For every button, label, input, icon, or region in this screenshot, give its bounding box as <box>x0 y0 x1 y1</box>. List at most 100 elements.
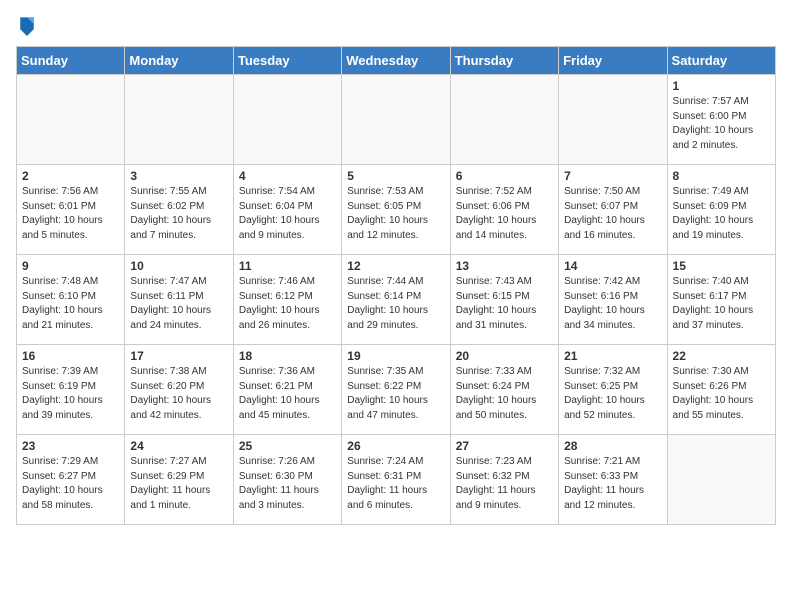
col-header-sunday: Sunday <box>17 47 125 75</box>
calendar-day-cell: 8 Sunrise: 7:49 AM Sunset: 6:09 PM Daylig… <box>667 165 775 255</box>
calendar-day-cell: 21Sunrise: 7:32 AM Sunset: 6:25 PM Dayli… <box>559 345 667 435</box>
calendar-day-cell <box>667 435 775 525</box>
calendar-day-cell: 1 Sunrise: 7:57 AM Sunset: 6:00 PM Daylig… <box>667 75 775 165</box>
day-info: Sunrise: 7:55 AM Sunset: 6:02 PM Dayligh… <box>130 185 227 243</box>
day-number: 10 <box>130 259 227 273</box>
calendar-day-cell: 20 Sunrise: 7:33 AM Sunset: 6:24 PM Dayli… <box>450 345 558 435</box>
calendar-day-cell <box>342 75 450 165</box>
day-info: Sunrise: 7:53 AM Sunset: 6:05 PM Dayligh… <box>347 185 444 243</box>
calendar-day-cell: 15 Sunrise: 7:40 AM Sunset: 6:17 PM Dayli… <box>667 255 775 345</box>
day-info: Sunrise: 7:27 AM Sunset: 6:29 PM Dayligh… <box>130 455 227 513</box>
col-header-monday: Monday <box>125 47 233 75</box>
col-header-wednesday: Wednesday <box>342 47 450 75</box>
calendar-day-cell: 9 Sunrise: 7:48 AM Sunset: 6:10 PM Daylig… <box>17 255 125 345</box>
calendar-day-cell: 5Sunrise: 7:53 AM Sunset: 6:05 PM Daylig… <box>342 165 450 255</box>
calendar-table: SundayMondayTuesdayWednesdayThursdayFrid… <box>16 46 776 525</box>
day-info: Sunrise: 7:26 AM Sunset: 6:30 PM Dayligh… <box>239 455 336 513</box>
day-info: Sunrise: 7:57 AM Sunset: 6:00 PM Dayligh… <box>673 95 770 153</box>
logo-icon <box>18 14 36 36</box>
day-info: Sunrise: 7:50 AM Sunset: 6:07 PM Dayligh… <box>564 185 661 243</box>
day-number: 7 <box>564 169 661 183</box>
day-info: Sunrise: 7:46 AM Sunset: 6:12 PM Dayligh… <box>239 275 336 333</box>
day-info: Sunrise: 7:54 AM Sunset: 6:04 PM Dayligh… <box>239 185 336 243</box>
day-number: 25 <box>239 439 336 453</box>
day-info: Sunrise: 7:35 AM Sunset: 6:22 PM Dayligh… <box>347 365 444 423</box>
calendar-header-row: SundayMondayTuesdayWednesdayThursdayFrid… <box>17 47 776 75</box>
calendar-day-cell <box>559 75 667 165</box>
day-info: Sunrise: 7:43 AM Sunset: 6:15 PM Dayligh… <box>456 275 553 333</box>
day-info: Sunrise: 7:32 AM Sunset: 6:25 PM Dayligh… <box>564 365 661 423</box>
day-number: 9 <box>22 259 119 273</box>
day-number: 3 <box>130 169 227 183</box>
day-number: 27 <box>456 439 553 453</box>
calendar-week-2: 2 Sunrise: 7:56 AM Sunset: 6:01 PM Daylig… <box>17 165 776 255</box>
logo <box>16 16 36 36</box>
col-header-friday: Friday <box>559 47 667 75</box>
day-info: Sunrise: 7:23 AM Sunset: 6:32 PM Dayligh… <box>456 455 553 513</box>
col-header-tuesday: Tuesday <box>233 47 341 75</box>
day-number: 6 <box>456 169 553 183</box>
calendar-day-cell: 12 Sunrise: 7:44 AM Sunset: 6:14 PM Dayli… <box>342 255 450 345</box>
calendar-week-4: 16 Sunrise: 7:39 AM Sunset: 6:19 PM Dayli… <box>17 345 776 435</box>
day-number: 11 <box>239 259 336 273</box>
day-info: Sunrise: 7:24 AM Sunset: 6:31 PM Dayligh… <box>347 455 444 513</box>
calendar-day-cell <box>450 75 558 165</box>
day-number: 17 <box>130 349 227 363</box>
day-number: 2 <box>22 169 119 183</box>
calendar-day-cell: 19 Sunrise: 7:35 AM Sunset: 6:22 PM Dayli… <box>342 345 450 435</box>
day-number: 1 <box>673 79 770 93</box>
day-number: 24 <box>130 439 227 453</box>
calendar-week-5: 23 Sunrise: 7:29 AM Sunset: 6:27 PM Dayli… <box>17 435 776 525</box>
day-info: Sunrise: 7:47 AM Sunset: 6:11 PM Dayligh… <box>130 275 227 333</box>
calendar-day-cell: 4 Sunrise: 7:54 AM Sunset: 6:04 PM Daylig… <box>233 165 341 255</box>
calendar-day-cell: 14Sunrise: 7:42 AM Sunset: 6:16 PM Dayli… <box>559 255 667 345</box>
day-number: 28 <box>564 439 661 453</box>
calendar-day-cell <box>17 75 125 165</box>
day-info: Sunrise: 7:56 AM Sunset: 6:01 PM Dayligh… <box>22 185 119 243</box>
calendar-day-cell: 18 Sunrise: 7:36 AM Sunset: 6:21 PM Dayli… <box>233 345 341 435</box>
calendar-day-cell: 24 Sunrise: 7:27 AM Sunset: 6:29 PM Dayli… <box>125 435 233 525</box>
calendar-day-cell: 23 Sunrise: 7:29 AM Sunset: 6:27 PM Dayli… <box>17 435 125 525</box>
day-info: Sunrise: 7:38 AM Sunset: 6:20 PM Dayligh… <box>130 365 227 423</box>
day-info: Sunrise: 7:30 AM Sunset: 6:26 PM Dayligh… <box>673 365 770 423</box>
day-number: 19 <box>347 349 444 363</box>
day-info: Sunrise: 7:21 AM Sunset: 6:33 PM Dayligh… <box>564 455 661 513</box>
day-number: 23 <box>22 439 119 453</box>
day-info: Sunrise: 7:49 AM Sunset: 6:09 PM Dayligh… <box>673 185 770 243</box>
day-number: 16 <box>22 349 119 363</box>
day-info: Sunrise: 7:36 AM Sunset: 6:21 PM Dayligh… <box>239 365 336 423</box>
day-number: 8 <box>673 169 770 183</box>
day-info: Sunrise: 7:33 AM Sunset: 6:24 PM Dayligh… <box>456 365 553 423</box>
day-number: 20 <box>456 349 553 363</box>
calendar-day-cell: 6Sunrise: 7:52 AM Sunset: 6:06 PM Daylig… <box>450 165 558 255</box>
calendar-day-cell: 25 Sunrise: 7:26 AM Sunset: 6:30 PM Dayli… <box>233 435 341 525</box>
day-info: Sunrise: 7:40 AM Sunset: 6:17 PM Dayligh… <box>673 275 770 333</box>
day-info: Sunrise: 7:44 AM Sunset: 6:14 PM Dayligh… <box>347 275 444 333</box>
calendar-week-3: 9 Sunrise: 7:48 AM Sunset: 6:10 PM Daylig… <box>17 255 776 345</box>
day-number: 22 <box>673 349 770 363</box>
calendar-day-cell: 10 Sunrise: 7:47 AM Sunset: 6:11 PM Dayli… <box>125 255 233 345</box>
day-number: 18 <box>239 349 336 363</box>
day-number: 14 <box>564 259 661 273</box>
day-info: Sunrise: 7:48 AM Sunset: 6:10 PM Dayligh… <box>22 275 119 333</box>
day-number: 26 <box>347 439 444 453</box>
day-number: 12 <box>347 259 444 273</box>
day-number: 4 <box>239 169 336 183</box>
calendar-day-cell: 3 Sunrise: 7:55 AM Sunset: 6:02 PM Daylig… <box>125 165 233 255</box>
col-header-thursday: Thursday <box>450 47 558 75</box>
calendar-day-cell: 7 Sunrise: 7:50 AM Sunset: 6:07 PM Daylig… <box>559 165 667 255</box>
day-info: Sunrise: 7:39 AM Sunset: 6:19 PM Dayligh… <box>22 365 119 423</box>
calendar-day-cell: 2 Sunrise: 7:56 AM Sunset: 6:01 PM Daylig… <box>17 165 125 255</box>
page-header <box>16 16 776 36</box>
day-info: Sunrise: 7:29 AM Sunset: 6:27 PM Dayligh… <box>22 455 119 513</box>
calendar-week-1: 1 Sunrise: 7:57 AM Sunset: 6:00 PM Daylig… <box>17 75 776 165</box>
calendar-day-cell <box>233 75 341 165</box>
day-number: 13 <box>456 259 553 273</box>
calendar-day-cell: 27 Sunrise: 7:23 AM Sunset: 6:32 PM Dayli… <box>450 435 558 525</box>
calendar-day-cell: 28 Sunrise: 7:21 AM Sunset: 6:33 PM Dayli… <box>559 435 667 525</box>
calendar-day-cell: 13 Sunrise: 7:43 AM Sunset: 6:15 PM Dayli… <box>450 255 558 345</box>
col-header-saturday: Saturday <box>667 47 775 75</box>
calendar-day-cell: 11 Sunrise: 7:46 AM Sunset: 6:12 PM Dayli… <box>233 255 341 345</box>
day-number: 15 <box>673 259 770 273</box>
calendar-day-cell: 16 Sunrise: 7:39 AM Sunset: 6:19 PM Dayli… <box>17 345 125 435</box>
